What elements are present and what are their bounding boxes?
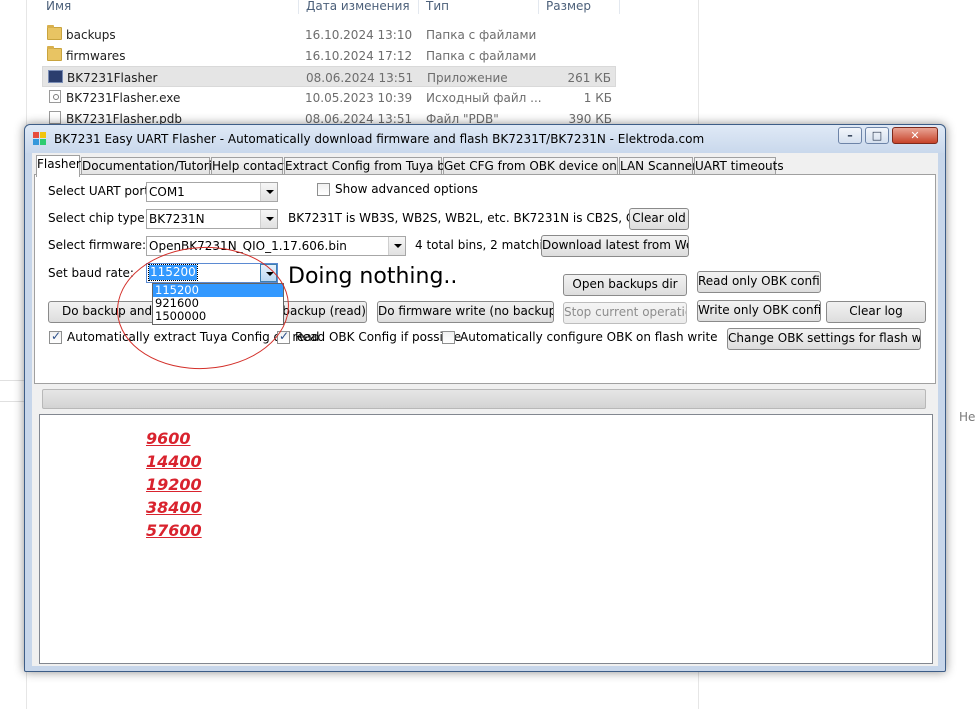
progress-bar bbox=[42, 389, 926, 409]
annotation-baud-38400: 38400 bbox=[146, 498, 202, 517]
file-date: 08.06.2024 13:51 bbox=[306, 71, 414, 85]
annotation-baud-19200: 19200 bbox=[146, 475, 202, 494]
file-name: backups bbox=[66, 28, 116, 42]
explorer-nav-fragment bbox=[0, 380, 24, 402]
flasher-window: BK7231 Easy UART Flasher - Automatically… bbox=[24, 124, 946, 672]
change-obk-settings-button[interactable]: Change OBK settings for flash write bbox=[727, 328, 921, 350]
chip-type-select[interactable]: BK7231N bbox=[146, 209, 278, 229]
file-type: Папка с файлами bbox=[426, 28, 537, 42]
close-icon: ✕ bbox=[910, 129, 920, 142]
column-header-size[interactable]: Размер bbox=[546, 0, 591, 14]
column-separator bbox=[538, 0, 539, 14]
baud-option[interactable]: 1500000 bbox=[153, 310, 283, 323]
client-area: Flasher Documentation/Tutorials Help con… bbox=[32, 153, 938, 666]
baud-rate-value: 115200 bbox=[148, 264, 198, 281]
file-row-backups[interactable]: backups 16.10.2024 13:10 Папка с файлами bbox=[42, 24, 616, 45]
chevron-down-icon[interactable] bbox=[388, 237, 405, 255]
show-advanced-checkbox[interactable] bbox=[317, 183, 330, 196]
annotation-baud-9600: 9600 bbox=[146, 429, 191, 448]
annotation-baud-57600: 57600 bbox=[146, 521, 202, 540]
file-type: Исходный файл ... bbox=[426, 91, 542, 105]
open-backups-button[interactable]: Open backups dir bbox=[563, 274, 687, 296]
column-header-date[interactable]: Дата изменения bbox=[306, 0, 410, 14]
annotation-baud-14400: 14400 bbox=[146, 452, 202, 471]
file-name: BK7231Flasher bbox=[67, 71, 158, 85]
baud-rate-dropdown-list: 115200 921600 1500000 bbox=[152, 283, 284, 325]
close-button[interactable]: ✕ bbox=[892, 127, 938, 144]
column-separator bbox=[619, 0, 620, 14]
file-date: 16.10.2024 17:12 bbox=[305, 49, 413, 63]
folder-icon bbox=[47, 25, 62, 40]
read-obk-config-checkbox[interactable] bbox=[277, 329, 290, 344]
firmware-info-text: 4 total bins, 2 matching. bbox=[415, 238, 562, 252]
file-type: Приложение bbox=[427, 71, 508, 85]
firmware-select[interactable]: OpenBK7231N_QIO_1.17.606.bin bbox=[146, 236, 406, 256]
application-icon bbox=[48, 70, 63, 83]
window-title: BK7231 Easy UART Flasher - Automatically… bbox=[54, 132, 705, 146]
column-header-name[interactable]: Имя bbox=[46, 0, 71, 14]
title-bar[interactable]: BK7231 Easy UART Flasher - Automatically… bbox=[25, 125, 945, 153]
file-name: BK7231Flasher.exe bbox=[66, 91, 181, 105]
column-header-type[interactable]: Тип bbox=[426, 0, 449, 14]
tab-flasher[interactable]: Flasher bbox=[36, 155, 81, 177]
read-obk-config-label: Read OBK Config if possible bbox=[295, 330, 462, 344]
file-name: firmwares bbox=[66, 49, 126, 63]
column-separator bbox=[418, 0, 419, 14]
file-date: 10.05.2023 10:39 bbox=[305, 91, 413, 105]
file-date: 16.10.2024 13:10 bbox=[305, 28, 413, 42]
file-type: Папка с файлами bbox=[426, 49, 537, 63]
baud-rate-label: Set baud rate: bbox=[48, 266, 134, 280]
read-only-obk-button[interactable]: Read only OBK config bbox=[697, 271, 821, 293]
clear-log-button[interactable]: Clear log bbox=[826, 301, 926, 323]
do-firmware-write-button[interactable]: Do firmware write (no backup!) bbox=[377, 301, 554, 323]
config-file-icon bbox=[49, 90, 61, 103]
uart-port-select[interactable]: COM1 bbox=[146, 182, 278, 202]
explorer-side-text: Не bbox=[959, 410, 975, 424]
write-only-obk-button[interactable]: Write only OBK config bbox=[697, 300, 821, 322]
minimize-button[interactable]: – bbox=[838, 127, 862, 144]
stop-operation-button[interactable]: Stop current operation bbox=[563, 302, 687, 324]
chip-info-text: BK7231T is WB3S, WB2S, WB2L, etc. BK7231… bbox=[288, 211, 685, 225]
uart-port-label: Select UART port: bbox=[48, 184, 154, 198]
auto-extract-checkbox[interactable] bbox=[49, 329, 62, 344]
flasher-tab-page: Select UART port: COM1 Show advanced opt… bbox=[34, 174, 936, 384]
download-latest-button[interactable]: Download latest from Web bbox=[541, 235, 689, 257]
maximize-button[interactable]: □ bbox=[865, 127, 889, 144]
baud-rate-select[interactable]: 115200 bbox=[146, 263, 278, 283]
folder-icon bbox=[47, 46, 62, 61]
chip-type-label: Select chip type: bbox=[48, 211, 149, 225]
status-text: Doing nothing.. bbox=[288, 264, 458, 289]
chip-type-value: BK7231N bbox=[149, 212, 205, 226]
show-advanced-label: Show advanced options bbox=[335, 182, 478, 196]
clear-old-button[interactable]: Clear old bbox=[629, 208, 689, 230]
file-row-firmwares[interactable]: firmwares 16.10.2024 17:12 Папка с файла… bbox=[42, 45, 616, 66]
file-row-bk7231flasher[interactable]: BK7231Flasher 08.06.2024 13:51 Приложени… bbox=[42, 66, 616, 87]
chevron-down-icon[interactable] bbox=[260, 264, 277, 282]
minimize-icon: – bbox=[847, 129, 853, 142]
log-textbox[interactable]: 9600 14400 19200 38400 57600 bbox=[39, 414, 933, 664]
file-row-bk7231flasher-exe[interactable]: BK7231Flasher.exe 10.05.2023 10:39 Исход… bbox=[42, 87, 616, 108]
auto-configure-label: Automatically configure OBK on flash wri… bbox=[460, 330, 718, 344]
maximize-icon: □ bbox=[871, 129, 883, 142]
chevron-down-icon[interactable] bbox=[260, 210, 277, 228]
chevron-down-icon[interactable] bbox=[260, 183, 277, 201]
column-separator bbox=[298, 0, 299, 14]
firmware-value: OpenBK7231N_QIO_1.17.606.bin bbox=[149, 239, 347, 253]
auto-configure-checkbox[interactable] bbox=[442, 331, 455, 344]
app-icon bbox=[33, 132, 47, 146]
uart-port-value: COM1 bbox=[149, 185, 185, 199]
document-icon bbox=[49, 111, 61, 124]
file-size: 261 КБ bbox=[567, 71, 611, 85]
firmware-label: Select firmware: bbox=[48, 238, 147, 252]
file-size: 1 КБ bbox=[583, 91, 612, 105]
